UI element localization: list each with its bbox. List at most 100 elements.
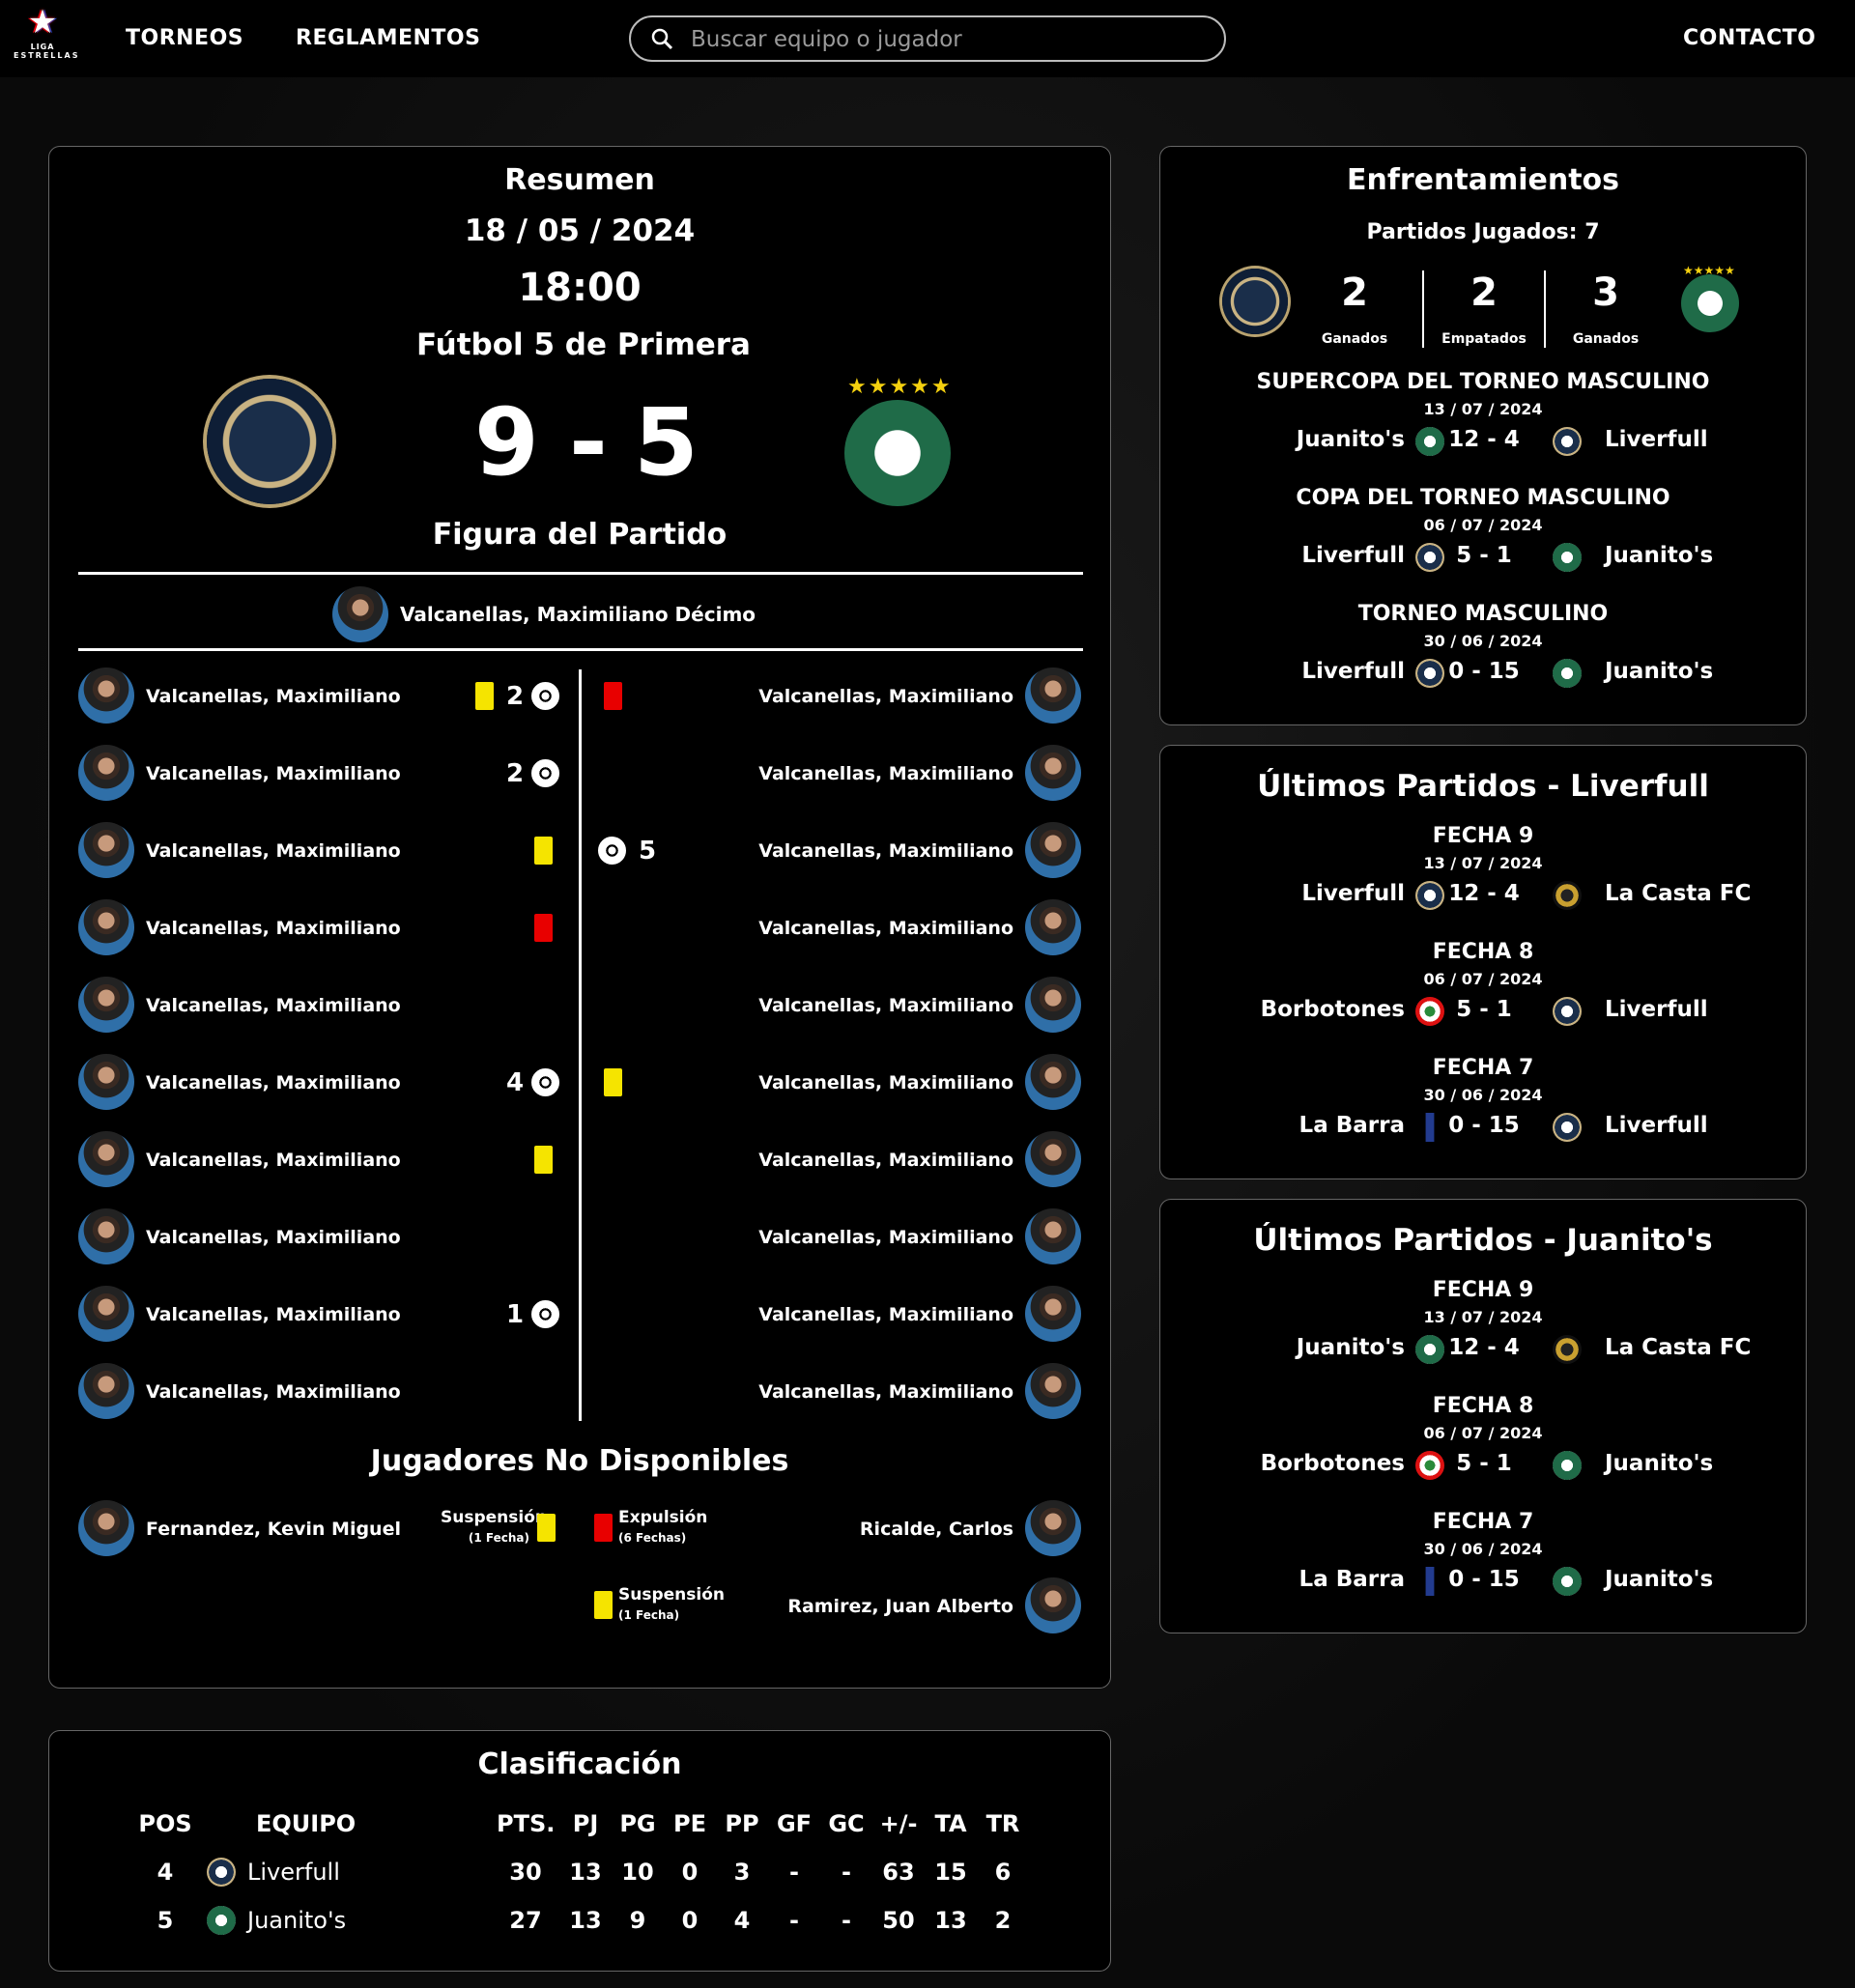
away-player-name[interactable]: Valcanellas, Maximiliano: [758, 1381, 1013, 1403]
player-avatar[interactable]: [1025, 1131, 1081, 1187]
team-crest-icon[interactable]: [207, 1858, 236, 1887]
match-away-team[interactable]: Liverfull: [1605, 427, 1708, 452]
away-player-name[interactable]: Valcanellas, Maximiliano: [758, 1150, 1013, 1171]
away-player-name[interactable]: Valcanellas, Maximiliano: [758, 995, 1013, 1016]
nav-reglamentos[interactable]: REGLAMENTOS: [296, 26, 480, 50]
team-crest-icon[interactable]: [1415, 659, 1444, 688]
player-avatar[interactable]: [1025, 1054, 1081, 1110]
team-crest-icon[interactable]: [1415, 1451, 1444, 1480]
player-avatar[interactable]: [1025, 899, 1081, 955]
nav-torneos[interactable]: TORNEOS: [126, 26, 243, 50]
match-home-team[interactable]: La Barra: [1299, 1567, 1405, 1592]
match-home-team[interactable]: Liverfull: [1301, 881, 1405, 906]
standings-team-name[interactable]: Liverfull: [247, 1859, 340, 1886]
match-home-team[interactable]: Borbotones: [1261, 997, 1405, 1022]
home-player-name[interactable]: Valcanellas, Maximiliano: [146, 995, 401, 1016]
match-home-team[interactable]: Borbotones: [1261, 1451, 1405, 1476]
match-home-team[interactable]: Juanito's: [1297, 427, 1405, 452]
match-away-team[interactable]: Liverfull: [1605, 1113, 1708, 1138]
player-avatar[interactable]: [1025, 667, 1081, 724]
match-home-team[interactable]: La Barra: [1299, 1113, 1405, 1138]
match-away-team[interactable]: La Casta FC: [1605, 881, 1751, 906]
team-crest-icon[interactable]: [1553, 1451, 1582, 1480]
player-avatar[interactable]: [78, 1286, 134, 1342]
player-avatar[interactable]: [78, 1054, 134, 1110]
unavailable-player-name[interactable]: Ricalde, Carlos: [860, 1519, 1013, 1540]
unavailable-player-name[interactable]: Ramirez, Juan Alberto: [787, 1596, 1013, 1617]
away-player-name[interactable]: Valcanellas, Maximiliano: [758, 1304, 1013, 1325]
juanitos-crest-icon[interactable]: [1681, 274, 1739, 332]
player-avatar[interactable]: [1025, 822, 1081, 878]
away-player-name[interactable]: Valcanellas, Maximiliano: [758, 763, 1013, 784]
mvp-name[interactable]: Valcanellas, Maximiliano Décimo: [400, 603, 756, 626]
match-score[interactable]: 0 - 15: [1447, 1567, 1521, 1592]
player-avatar[interactable]: [78, 899, 134, 955]
match-score[interactable]: 5 - 1: [1447, 997, 1521, 1022]
away-player-name[interactable]: Valcanellas, Maximiliano: [758, 840, 1013, 862]
juanitos-crest-icon[interactable]: [844, 400, 951, 506]
player-avatar[interactable]: [1025, 1286, 1081, 1342]
player-avatar[interactable]: [78, 1363, 134, 1419]
match-away-team[interactable]: Juanito's: [1605, 659, 1713, 684]
match-score[interactable]: 12 - 4: [1447, 1335, 1521, 1360]
home-player-name[interactable]: Valcanellas, Maximiliano: [146, 1072, 401, 1093]
player-avatar[interactable]: [1025, 745, 1081, 801]
standings-team-name[interactable]: Juanito's: [247, 1907, 346, 1934]
team-crest-icon[interactable]: [1553, 659, 1582, 688]
match-score[interactable]: 5 - 1: [1447, 1451, 1521, 1476]
home-player-name[interactable]: Valcanellas, Maximiliano: [146, 840, 401, 862]
match-away-team[interactable]: Juanito's: [1605, 1451, 1713, 1476]
mvp-avatar[interactable]: [332, 586, 388, 642]
player-avatar[interactable]: [78, 1208, 134, 1264]
away-player-name[interactable]: Valcanellas, Maximiliano: [758, 686, 1013, 707]
match-score[interactable]: 0 - 15: [1447, 659, 1521, 684]
team-crest-icon[interactable]: [1553, 1113, 1582, 1142]
match-away-team[interactable]: Liverfull: [1605, 997, 1708, 1022]
match-home-team[interactable]: Liverfull: [1301, 543, 1405, 568]
match-away-team[interactable]: Juanito's: [1605, 1567, 1713, 1592]
player-avatar[interactable]: [78, 667, 134, 724]
team-crest-icon[interactable]: [1553, 427, 1582, 456]
team-crest-icon[interactable]: [1553, 881, 1582, 910]
home-player-name[interactable]: Valcanellas, Maximiliano: [146, 686, 401, 707]
away-player-name[interactable]: Valcanellas, Maximiliano: [758, 1227, 1013, 1248]
home-player-name[interactable]: Valcanellas, Maximiliano: [146, 1150, 401, 1171]
liga-estrellas-logo[interactable]: ★ LIGA ESTRELLAS: [14, 6, 77, 73]
team-crest-icon[interactable]: [1415, 1113, 1444, 1142]
player-avatar[interactable]: [1025, 1500, 1081, 1556]
team-crest-icon[interactable]: [1415, 1567, 1444, 1596]
player-avatar[interactable]: [78, 1500, 134, 1556]
team-crest-icon[interactable]: [1415, 543, 1444, 572]
match-score[interactable]: 12 - 4: [1447, 881, 1521, 906]
team-crest-icon[interactable]: [1415, 427, 1444, 456]
nav-contacto[interactable]: CONTACTO: [1683, 26, 1815, 50]
match-away-team[interactable]: Juanito's: [1605, 543, 1713, 568]
match-home-team[interactable]: Liverfull: [1301, 659, 1405, 684]
search-icon[interactable]: [650, 27, 673, 50]
team-crest-icon[interactable]: [207, 1906, 236, 1935]
team-crest-icon[interactable]: [1415, 1335, 1444, 1364]
player-avatar[interactable]: [1025, 1208, 1081, 1264]
away-player-name[interactable]: Valcanellas, Maximiliano: [758, 918, 1013, 939]
home-player-name[interactable]: Valcanellas, Maximiliano: [146, 1304, 401, 1325]
liverfull-crest-icon[interactable]: [207, 379, 332, 504]
team-crest-icon[interactable]: [1415, 997, 1444, 1026]
match-score[interactable]: 5 - 1: [1447, 543, 1521, 568]
away-player-name[interactable]: Valcanellas, Maximiliano: [758, 1072, 1013, 1093]
liverfull-crest-icon[interactable]: [1222, 269, 1288, 334]
team-crest-icon[interactable]: [1553, 1335, 1582, 1364]
player-avatar[interactable]: [1025, 977, 1081, 1033]
player-avatar[interactable]: [78, 1131, 134, 1187]
home-player-name[interactable]: Valcanellas, Maximiliano: [146, 918, 401, 939]
home-player-name[interactable]: Valcanellas, Maximiliano: [146, 1227, 401, 1248]
home-player-name[interactable]: Valcanellas, Maximiliano: [146, 1381, 401, 1403]
team-crest-icon[interactable]: [1553, 1567, 1582, 1596]
player-avatar[interactable]: [1025, 1577, 1081, 1633]
team-crest-icon[interactable]: [1415, 881, 1444, 910]
player-avatar[interactable]: [1025, 1363, 1081, 1419]
player-avatar[interactable]: [78, 977, 134, 1033]
unavailable-player-name[interactable]: Fernandez, Kevin Miguel: [146, 1519, 401, 1540]
match-score[interactable]: 12 - 4: [1447, 427, 1521, 452]
player-avatar[interactable]: [78, 822, 134, 878]
team-crest-icon[interactable]: [1553, 997, 1582, 1026]
